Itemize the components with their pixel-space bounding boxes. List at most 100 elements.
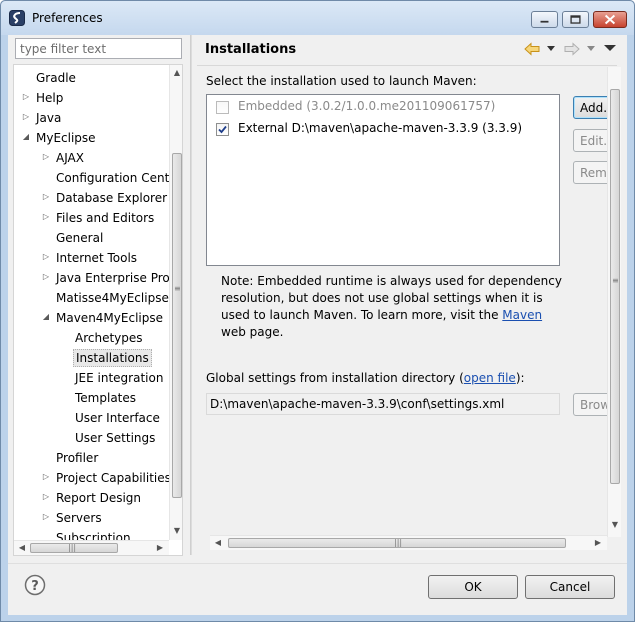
checkmark-icon [218,125,227,134]
tree-item-profiler[interactable]: Profiler [14,448,169,468]
page-vertical-scroll-thumb[interactable] [610,89,620,484]
tree-item-templates[interactable]: Templates [14,388,169,408]
scroll-down-arrow-icon[interactable]: ▼ [609,519,621,531]
view-menu-icon[interactable] [604,43,616,53]
tree-expand-icon[interactable]: ▷ [41,252,51,262]
scroll-grip-icon: ≡ [174,284,181,293]
embedded-runtime-note: Note: Embedded runtime is always used fo… [221,273,566,341]
scroll-right-arrow-icon[interactable]: ▶ [154,542,166,554]
dialog-client-area: Gradle ▷ Help ▷ Java ◢ MyEclipse ▷ AJAX Configura… [8,35,627,615]
ok-button[interactable]: OK [428,575,518,599]
tree-item-maven4myeclipse[interactable]: ◢ Maven4MyEclipse [14,308,169,328]
tree-item-installations[interactable]: Installations [14,348,169,368]
page-content: Select the installation used to launch M… [194,67,607,537]
select-installation-label: Select the installation used to launch M… [206,74,477,88]
back-arrow-icon[interactable] [524,42,540,56]
tree-item-label: Report Design [56,491,142,505]
tree-expand-icon[interactable]: ▷ [41,512,51,522]
tree-item-label: Subscription [56,531,131,540]
remove-button[interactable]: Remove [573,161,607,184]
global-settings-label: Global settings from installation direct… [206,371,525,385]
tree-expand-icon[interactable]: ▷ [41,272,51,282]
scroll-grip-icon: ||| [68,543,77,552]
chevron-down-icon[interactable] [586,43,596,53]
scroll-left-arrow-icon[interactable]: ◀ [212,537,224,549]
installations-list[interactable]: Embedded (3.0.2/1.0.0.me201109061757) Ex… [206,94,560,266]
tree-expand-icon[interactable]: ▷ [41,152,51,162]
tree-item-subscription[interactable]: Subscription [14,528,169,540]
header-separator [197,65,617,66]
tree-expand-icon[interactable]: ▷ [41,192,51,202]
scroll-up-arrow-icon[interactable]: ▲ [171,67,182,79]
filter-input[interactable] [15,38,182,59]
preference-tree: Gradle ▷ Help ▷ Java ◢ MyEclipse ▷ AJAX Configura… [13,64,183,556]
preference-page: Installations Select the installation us… [194,35,621,555]
tree-item-label: Java Enterprise Project [56,271,169,285]
installation-checkbox-embedded[interactable] [216,101,229,114]
page-vertical-scrollbar[interactable]: ≡ ▼ [607,67,621,537]
scroll-right-arrow-icon[interactable]: ▶ [592,537,604,549]
scroll-grip-icon: ||| [394,538,403,547]
window-title: Preferences [32,11,103,25]
tree-item-java-enterprise-project[interactable]: ▷ Java Enterprise Project [14,268,169,288]
installation-checkbox-external[interactable] [216,123,229,136]
tree-item-files-and-editors[interactable]: ▷ Files and Editors [14,208,169,228]
cancel-button[interactable]: Cancel [525,575,615,599]
tree-item-label: Installations [73,349,152,367]
help-question-icon[interactable]: ? [24,574,46,596]
minimize-icon [540,20,549,23]
tree-collapse-icon[interactable]: ◢ [41,312,51,322]
pane-splitter[interactable] [190,35,192,555]
tree-item-label: Gradle [36,71,76,85]
title-bar[interactable]: Preferences [1,1,634,35]
tree-item-matisse4myeclipse[interactable]: Matisse4MyEclipse [14,288,169,308]
tree-item-database-explorer[interactable]: ▷ Database Explorer [14,188,169,208]
tree-vertical-scrollbar[interactable]: ▲ ≡ ▼ [169,65,182,540]
tree-item-configuration-center[interactable]: Configuration Center [14,168,169,188]
tree-item-myeclipse[interactable]: ◢ MyEclipse [14,128,169,148]
tree-collapse-icon[interactable]: ◢ [21,132,31,142]
close-button[interactable] [593,11,627,28]
scroll-left-arrow-icon[interactable]: ◀ [16,542,28,554]
tree-expand-icon[interactable]: ▷ [21,92,31,102]
tree-item-user-interface[interactable]: User Interface [14,408,169,428]
tree-item-general[interactable]: General [14,228,169,248]
tree-item-user-settings[interactable]: User Settings [14,428,169,448]
tree-item-archetypes[interactable]: Archetypes [14,328,169,348]
page-horizontal-scrollbar[interactable]: ◀ ||| ▶ [210,535,607,550]
open-file-link[interactable]: open file [464,371,516,385]
tree-item-servers[interactable]: ▷ Servers [14,508,169,528]
global-settings-path-field[interactable]: D:\maven\apache-maven-3.3.9\conf\setting… [206,393,560,415]
tree-item-label: User Interface [75,411,160,425]
myeclipse-logo-icon [9,10,25,26]
tree-horizontal-scrollbar[interactable]: ◀ ||| ▶ [14,540,169,555]
tree-item-jee-integration[interactable]: JEE integration [14,368,169,388]
tree-expand-icon[interactable]: ▷ [41,492,51,502]
tree-item-project-capabilities[interactable]: ▷ Project Capabilities [14,468,169,488]
chevron-down-icon[interactable] [546,43,556,53]
browse-button[interactable]: Browse... [573,393,607,416]
tree-item-java[interactable]: ▷ Java [14,108,169,128]
tree-item-help[interactable]: ▷ Help [14,88,169,108]
minimize-button[interactable] [531,11,558,28]
tree-item-label: Profiler [56,451,99,465]
global-settings-label-end: ): [515,371,525,385]
maven-link[interactable]: Maven [502,308,542,322]
maximize-button[interactable] [562,11,589,28]
tree-item-report-design[interactable]: ▷ Report Design [14,488,169,508]
scroll-down-arrow-icon[interactable]: ▼ [171,525,182,537]
forward-arrow-icon[interactable] [564,42,580,56]
tree-item-label: Java [36,111,62,125]
tree-item-gradle[interactable]: Gradle [14,68,169,88]
add-button[interactable]: Add... [573,96,607,119]
tree-item-ajax[interactable]: ▷ AJAX [14,148,169,168]
tree-expand-icon[interactable]: ▷ [41,212,51,222]
tree-expand-icon[interactable]: ▷ [21,112,31,122]
edit-button[interactable]: Edit... [573,129,607,152]
tree-item-label: Database Explorer [56,191,168,205]
tree-vertical-scroll-thumb[interactable] [172,153,182,498]
dialog-button-bar: ? OK Cancel [8,563,627,615]
tree-expand-icon[interactable]: ▷ [41,472,51,482]
tree-item-internet-tools[interactable]: ▷ Internet Tools [14,248,169,268]
global-settings-label-text: Global settings from installation direct… [206,371,464,385]
